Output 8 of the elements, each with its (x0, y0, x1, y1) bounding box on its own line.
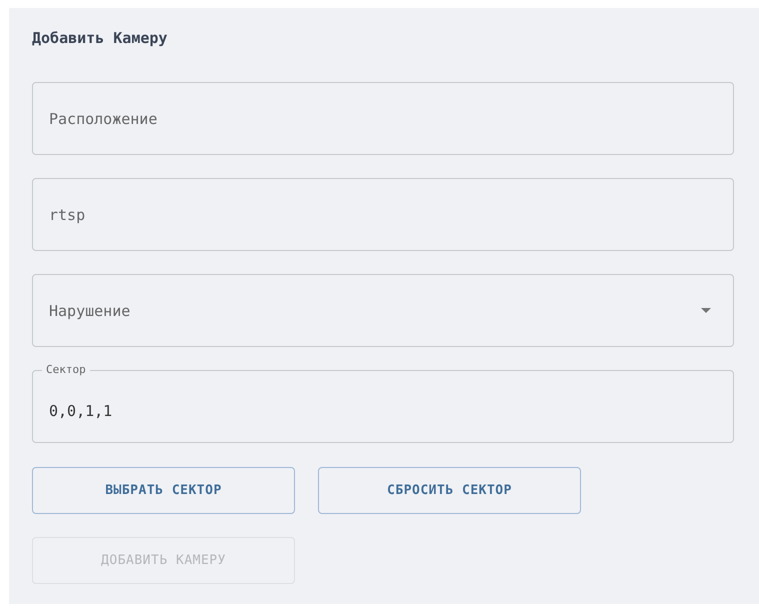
form-title: Добавить Камеру (32, 28, 168, 49)
caret-icon (701, 308, 711, 313)
action-button[interactable]: СБРОСИТЬ СЕКТОР (318, 467, 581, 514)
dropdown-field[interactable]: Нарушение (32, 274, 734, 347)
input-field[interactable]: rtsp (32, 178, 734, 251)
field-label: Сектор (42, 362, 90, 378)
input-field[interactable]: Расположение (32, 82, 734, 155)
action-button[interactable]: ВЫБРАТЬ СЕКТОР (32, 467, 295, 514)
